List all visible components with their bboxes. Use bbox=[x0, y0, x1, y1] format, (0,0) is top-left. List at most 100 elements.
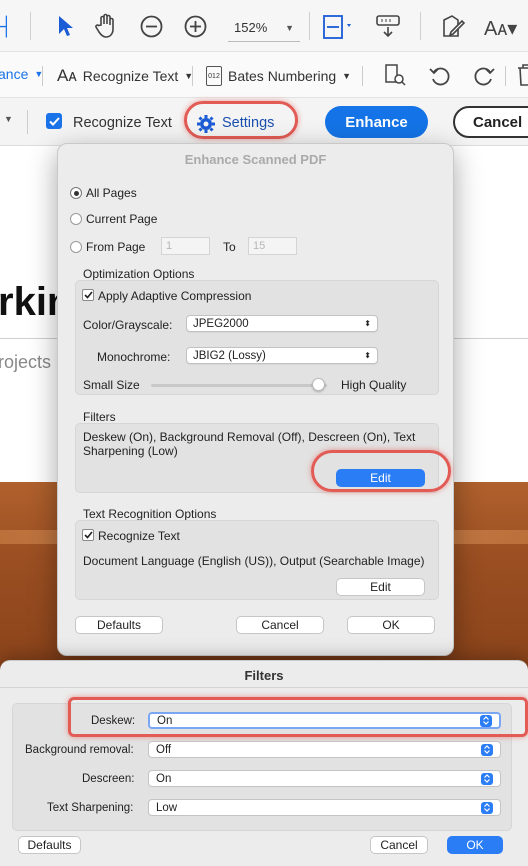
color-grayscale-select[interactable]: JPEG2000 ⬍ bbox=[186, 315, 378, 332]
deskew-highlight-box bbox=[68, 697, 528, 737]
optimization-options-group: Apply Adaptive Compression Color/Graysca… bbox=[75, 280, 439, 395]
zoom-level-value: 152% bbox=[234, 20, 268, 35]
checkmark-icon bbox=[83, 291, 93, 299]
scroll-mode-icon[interactable] bbox=[375, 14, 401, 38]
checkmark-icon bbox=[83, 531, 93, 539]
page-search-icon[interactable] bbox=[383, 62, 407, 88]
enhance-scanned-pdf-dialog: Enhance Scanned PDF All Pages Current Pa… bbox=[57, 143, 454, 656]
text-recognition-summary: Document Language (English (US)), Output… bbox=[83, 554, 425, 568]
to-page-field[interactable]: 15 bbox=[248, 237, 297, 255]
recognize-text-label: Recognize Text bbox=[82, 68, 179, 84]
adaptive-compression-label: Apply Adaptive Compression bbox=[98, 289, 252, 303]
recognize-text-checkbox[interactable] bbox=[46, 113, 62, 129]
enhance-dropdown[interactable]: ance ▼ bbox=[0, 66, 43, 82]
bates-numbering-label: Bates Numbering bbox=[228, 68, 337, 84]
all-pages-label: All Pages bbox=[86, 186, 137, 200]
hand-tool-icon[interactable] bbox=[95, 13, 119, 39]
updown-chevron-icon: ⬍ bbox=[364, 351, 371, 360]
enhance-action-bar: ▼ Recognize Text Settings bbox=[0, 98, 528, 146]
enhance-dropdown-label: ance bbox=[0, 66, 29, 82]
filters-defaults-button[interactable]: Defaults bbox=[18, 836, 81, 854]
chevron-down-icon[interactable]: ▼ bbox=[4, 114, 13, 124]
text-sharpening-label: Text Sharpening: bbox=[47, 802, 134, 814]
descreen-select[interactable]: On bbox=[148, 770, 501, 787]
text-recognition-edit-button[interactable]: Edit bbox=[336, 578, 425, 596]
zoom-in-icon[interactable] bbox=[184, 15, 207, 38]
color-grayscale-value: JPEG2000 bbox=[193, 317, 249, 330]
all-pages-radio[interactable] bbox=[70, 187, 82, 199]
toolbar-divider bbox=[27, 110, 28, 134]
chevron-down-icon: ▼ bbox=[342, 71, 352, 81]
crop-icon[interactable]: ┤ bbox=[0, 16, 13, 37]
recognize-text-icon: Aᴀ bbox=[57, 66, 77, 85]
delete-icon[interactable] bbox=[516, 63, 528, 87]
high-quality-label: High Quality bbox=[341, 378, 407, 392]
toolbar-divider bbox=[30, 12, 31, 40]
updown-chevron-icon: ⬍ bbox=[364, 319, 371, 328]
color-grayscale-label: Color/Grayscale: bbox=[83, 318, 173, 332]
filters-edit-highlight-ring bbox=[311, 450, 451, 492]
from-page-radio[interactable] bbox=[70, 241, 82, 253]
current-page-radio[interactable] bbox=[70, 213, 82, 225]
select-pointer-icon[interactable] bbox=[56, 14, 74, 38]
undo-icon[interactable] bbox=[428, 63, 452, 87]
enhance-button[interactable]: Enhance bbox=[325, 106, 428, 138]
zoom-level-dropdown[interactable]: 152% ▼ bbox=[228, 14, 300, 42]
settings-highlight-ring bbox=[184, 101, 298, 139]
monochrome-value: JBIG2 (Lossy) bbox=[193, 349, 266, 362]
recognize-text-dropdown[interactable]: Aᴀ Recognize Text ▼ bbox=[57, 66, 193, 86]
updown-chevron-icon bbox=[481, 743, 493, 756]
quality-slider-knob[interactable] bbox=[311, 378, 325, 391]
defaults-button[interactable]: Defaults bbox=[75, 616, 163, 634]
bates-icon: 012 bbox=[206, 66, 222, 86]
cancel-button[interactable]: Cancel bbox=[236, 616, 324, 634]
filters-ok-button[interactable]: OK bbox=[447, 836, 503, 854]
toolbar-divider bbox=[420, 12, 421, 40]
descreen-value: On bbox=[156, 772, 172, 785]
recognize-text-label: Recognize Text bbox=[73, 115, 172, 131]
toolbar-divider bbox=[42, 66, 43, 86]
adaptive-compression-checkbox[interactable] bbox=[82, 289, 94, 301]
toolbar-divider bbox=[362, 66, 363, 86]
toolbar-divider bbox=[192, 66, 193, 86]
optimization-options-title: Optimization Options bbox=[83, 267, 195, 281]
filters-title: Filters bbox=[83, 410, 116, 424]
updown-chevron-icon bbox=[481, 801, 493, 814]
filters-dialog-title: Filters bbox=[244, 668, 284, 683]
cancel-button[interactable]: Cancel bbox=[453, 106, 528, 138]
redo-icon[interactable] bbox=[472, 63, 496, 87]
edit-sign-icon[interactable] bbox=[440, 14, 466, 40]
updown-chevron-icon bbox=[481, 772, 493, 785]
to-label: To bbox=[223, 240, 236, 254]
monochrome-label: Monochrome: bbox=[97, 350, 171, 364]
monochrome-select[interactable]: JBIG2 (Lossy) ⬍ bbox=[186, 347, 378, 364]
filters-dialog: Filters Deskew: On Background removal: O… bbox=[0, 660, 528, 866]
from-page-field[interactable]: 1 bbox=[161, 237, 210, 255]
dialog-title: Enhance Scanned PDF bbox=[184, 152, 327, 167]
text-sharpening-value: Low bbox=[156, 801, 178, 814]
from-page-label: From Page bbox=[86, 240, 146, 254]
document-subtitle: rojects bbox=[0, 352, 52, 372]
toolbar-divider bbox=[309, 12, 310, 40]
text-sharpening-select[interactable]: Low bbox=[148, 799, 501, 816]
background-removal-value: Off bbox=[156, 743, 172, 756]
text-recognition-group: Recognize Text Document Language (Englis… bbox=[75, 520, 439, 600]
ok-button[interactable]: OK bbox=[347, 616, 435, 634]
descreen-label: Descreen: bbox=[82, 773, 135, 785]
secondary-toolbar: ance ▼ Aᴀ Recognize Text ▼ 012 Bates Numbe… bbox=[0, 52, 528, 98]
zoom-out-icon[interactable] bbox=[140, 15, 163, 38]
background-removal-select[interactable]: Off bbox=[148, 741, 501, 758]
fit-width-icon[interactable] bbox=[322, 14, 354, 40]
chevron-down-icon: ▼ bbox=[285, 22, 294, 33]
quality-slider-track[interactable] bbox=[151, 384, 327, 387]
recognize-text-checkbox[interactable] bbox=[82, 529, 94, 541]
bates-numbering-dropdown[interactable]: 012 Bates Numbering ▼ bbox=[206, 66, 351, 86]
text-recognition-title: Text Recognition Options bbox=[83, 507, 217, 521]
main-toolbar: ┤ 152% ▼ Aᴀ▾ bbox=[0, 0, 528, 52]
toolbar-divider bbox=[505, 66, 506, 86]
text-size-icon[interactable]: Aᴀ▾ bbox=[484, 16, 517, 41]
current-page-label: Current Page bbox=[86, 212, 158, 226]
checkmark-icon bbox=[48, 116, 60, 126]
small-size-label: Small Size bbox=[83, 378, 140, 392]
filters-cancel-button[interactable]: Cancel bbox=[370, 836, 428, 854]
